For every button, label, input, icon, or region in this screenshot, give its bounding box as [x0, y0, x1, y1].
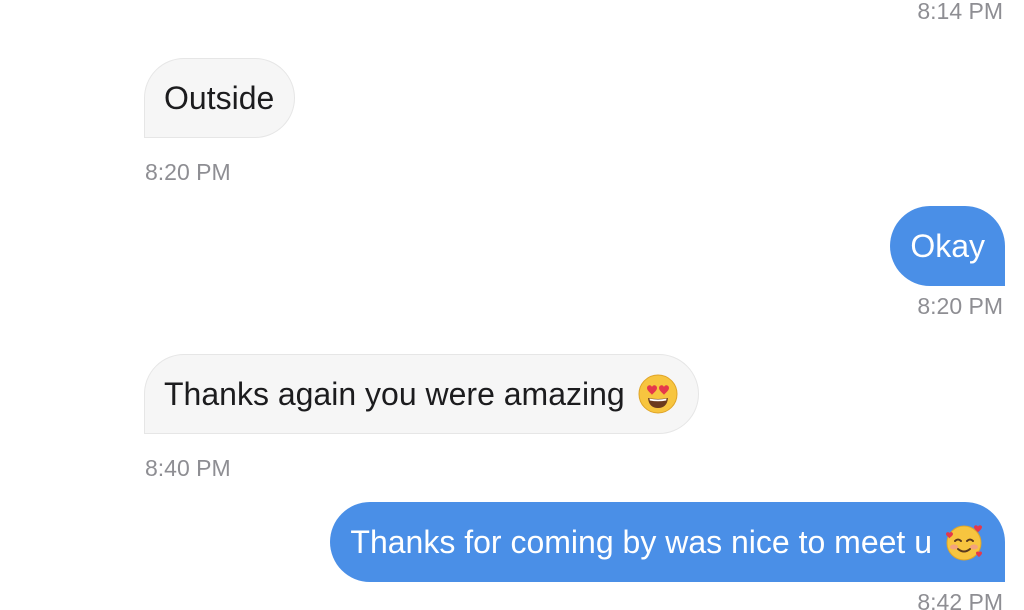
message-timestamp: 8:20 PM [145, 159, 231, 185]
message-timestamp: 8:14 PM [917, 0, 1003, 24]
message-timestamp: 8:20 PM [917, 293, 1003, 319]
incoming-message-bubble[interactable]: Thanks again you were amazing [144, 354, 699, 434]
incoming-message-bubble[interactable]: Outside [144, 58, 296, 138]
message-timestamp: 8:42 PM [917, 589, 1003, 610]
message-text: Outside [164, 79, 275, 116]
message-timestamp: 8:40 PM [145, 455, 231, 481]
message-text: Thanks for coming by was nice to meet u [350, 523, 932, 560]
outgoing-message-bubble[interactable]: Okay [890, 206, 1005, 286]
outgoing-message-bubble[interactable]: Thanks for coming by was nice to meet u [330, 502, 1005, 582]
heart-eyes-emoji-icon [638, 374, 678, 414]
message-thread: 8:14 PM Outside 8:20 PM Okay 8:20 PM Tha… [0, 0, 1024, 610]
message-text: Thanks again you were amazing [164, 375, 625, 412]
message-text: Okay [910, 227, 985, 264]
smiling-face-with-hearts-emoji-icon [946, 525, 982, 561]
